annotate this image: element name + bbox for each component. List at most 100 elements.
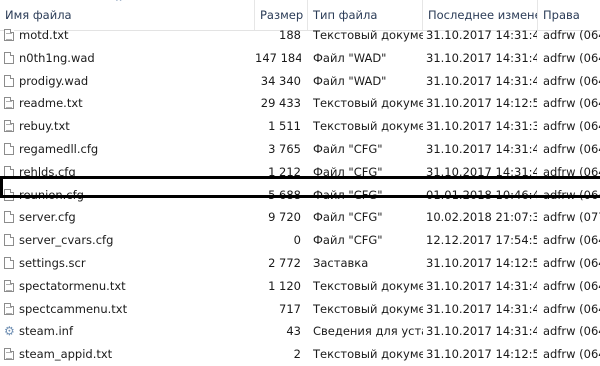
- file-permissions: adfrw (0644): [543, 96, 600, 111]
- file-modified: 31.10.2017 14:31:43: [426, 278, 537, 293]
- file-modified: 31.10.2017 14:31:41: [426, 164, 537, 179]
- file-modified: 31.10.2017 14:31:43: [426, 28, 537, 42]
- file-type: Файл "CFG": [313, 210, 383, 225]
- file-row[interactable]: prodigy.wad 34 340 Файл "WAD" 31.10.2017 14…: [0, 70, 600, 93]
- file-permissions: adfrw (0644): [543, 347, 600, 362]
- file-icon: [4, 142, 14, 155]
- file-permissions: adfrw (0644): [543, 187, 600, 202]
- file-type: Файл "CFG": [313, 187, 383, 202]
- file-row[interactable]: rehlds.cfg 1 212 Файл "CFG" 31.10.2017 14:3…: [0, 161, 600, 184]
- file-size: 1 511: [268, 119, 301, 134]
- file-type: Текстовый документ: [313, 278, 423, 293]
- file-modified: 31.10.2017 14:31:43: [426, 324, 537, 339]
- file-name: motd.txt: [19, 28, 69, 42]
- text-file-icon: [4, 97, 14, 110]
- file-icon: [4, 165, 14, 178]
- file-row[interactable]: spectcammenu.txt 717 Текстовый документ31.…: [0, 298, 600, 321]
- file-name: spectcammenu.txt: [19, 301, 128, 316]
- file-permissions: adfrw (0644): [543, 119, 600, 134]
- file-size: 43: [286, 324, 301, 339]
- file-row[interactable]: settings.scr 2 772 Заставка 31.10.2017 14:1…: [0, 252, 600, 275]
- file-name: server_cvars.cfg: [19, 233, 114, 248]
- file-modified: 31.10.2017 14:31:36: [426, 119, 537, 134]
- file-row[interactable]: readme.txt 29 433 Текстовый документ31.10.…: [0, 92, 600, 115]
- file-name: spectatormenu.txt: [19, 278, 126, 293]
- file-permissions: adfrw (0644): [543, 278, 600, 293]
- file-name: n0th1ng.wad: [19, 50, 95, 65]
- sort-ascending-icon: ^: [115, 0, 123, 8]
- file-modified: 12.12.2017 17:54:50: [426, 233, 537, 248]
- file-row[interactable]: rebuy.txt 1 511 Текстовый документ31.10.20…: [0, 115, 600, 138]
- file-type: Текстовый документ: [313, 301, 423, 316]
- file-row[interactable]: n0th1ng.wad 147 184 Файл "WAD" 31.10.2017 1…: [0, 47, 600, 70]
- file-row[interactable]: steam_appid.txt 2 Текстовый документ31.10.…: [0, 343, 600, 366]
- file-name: server.cfg: [19, 210, 76, 225]
- file-permissions: adfrw (0777): [543, 210, 600, 225]
- file-permissions: adfrw (0644): [543, 50, 600, 65]
- file-modified: 31.10.2017 14:12:58: [426, 96, 537, 111]
- file-size: 1 120: [268, 278, 301, 293]
- file-type: Файл "WAD": [313, 50, 387, 65]
- file-modified: 31.10.2017 14:31:41: [426, 141, 537, 156]
- file-modified: 31.10.2017 14:31:41: [426, 73, 537, 88]
- file-modified: 01.01.2018 10:46:47: [426, 187, 537, 202]
- file-name: steam.inf: [19, 324, 74, 339]
- file-row[interactable]: server_cvars.cfg 0 Файл "CFG" 12.12.2017 17…: [0, 229, 600, 252]
- file-size: 2 772: [268, 255, 301, 270]
- file-type: Текстовый документ: [313, 119, 423, 134]
- file-name: settings.scr: [19, 255, 86, 270]
- file-type: Текстовый документ: [313, 96, 423, 111]
- file-name: rehlds.cfg: [19, 164, 76, 179]
- file-type: Файл "CFG": [313, 141, 383, 156]
- file-name: readme.txt: [19, 96, 83, 111]
- file-size: 9 720: [268, 210, 301, 225]
- file-size: 188: [279, 28, 301, 42]
- file-permissions: adfrw (0644): [543, 73, 600, 88]
- file-row[interactable]: server.cfg 9 720 Файл "CFG" 10.02.2018 21:0…: [0, 206, 600, 229]
- file-permissions: adfrw (0644): [543, 233, 600, 248]
- file-size: 0: [293, 233, 301, 248]
- text-file-icon: [4, 348, 14, 361]
- file-size: 147 184: [255, 50, 301, 65]
- file-icon: [4, 211, 14, 224]
- file-icon: [4, 256, 14, 269]
- file-size: 3 765: [268, 141, 301, 156]
- file-type: Заставка: [313, 255, 369, 270]
- file-permissions: adfrw (0644): [543, 28, 600, 42]
- file-row[interactable]: motd.txt 188 Текстовый документ31.10.2017 …: [0, 24, 600, 47]
- file-size: 2: [293, 347, 301, 362]
- file-name: steam_appid.txt: [19, 347, 113, 362]
- file-size: 717: [279, 301, 301, 316]
- file-icon: [4, 188, 14, 201]
- file-permissions: adfrw (0644): [543, 255, 600, 270]
- file-row[interactable]: spectatormenu.txt 1 120 Текстовый документ…: [0, 275, 600, 298]
- text-file-icon: [4, 302, 14, 315]
- file-size: 29 433: [260, 96, 301, 111]
- file-modified: 31.10.2017 14:12:58: [426, 347, 537, 362]
- file-type: Сведения для установки: [313, 324, 423, 339]
- file-type: Текстовый документ: [313, 28, 423, 42]
- file-type: Файл "WAD": [313, 73, 387, 88]
- gear-icon: ⚙: [4, 324, 15, 339]
- file-row[interactable]: ⚙ steam.inf 43 Сведения для установки31.10.…: [0, 320, 600, 343]
- file-name: reunion.cfg: [19, 187, 84, 202]
- file-row[interactable]: reunion.cfg 5 688 Файл "CFG" 01.01.2018 10:…: [0, 184, 600, 207]
- file-size: 1 212: [268, 164, 301, 179]
- file-icon: [4, 234, 14, 247]
- file-icon: [4, 74, 14, 87]
- file-permissions: adfrw (0644): [543, 164, 600, 179]
- file-size: 34 340: [260, 73, 301, 88]
- text-file-icon: [4, 120, 14, 133]
- file-modified: 31.10.2017 14:31:41: [426, 50, 537, 65]
- text-file-icon: [4, 279, 14, 292]
- file-type: Файл "CFG": [313, 164, 383, 179]
- file-permissions: adfrw (0644): [543, 324, 600, 339]
- file-row[interactable]: regamedll.cfg 3 765 Файл "CFG" 31.10.2017 1…: [0, 138, 600, 161]
- file-name: regamedll.cfg: [19, 141, 99, 156]
- file-permissions: adfrw (0644): [543, 301, 600, 316]
- text-file-icon: [4, 29, 14, 41]
- file-modified: 31.10.2017 14:31:43: [426, 301, 537, 316]
- file-type: Текстовый документ: [313, 347, 423, 362]
- file-size: 5 688: [268, 187, 301, 202]
- file-permissions: adfrw (0644): [543, 141, 600, 156]
